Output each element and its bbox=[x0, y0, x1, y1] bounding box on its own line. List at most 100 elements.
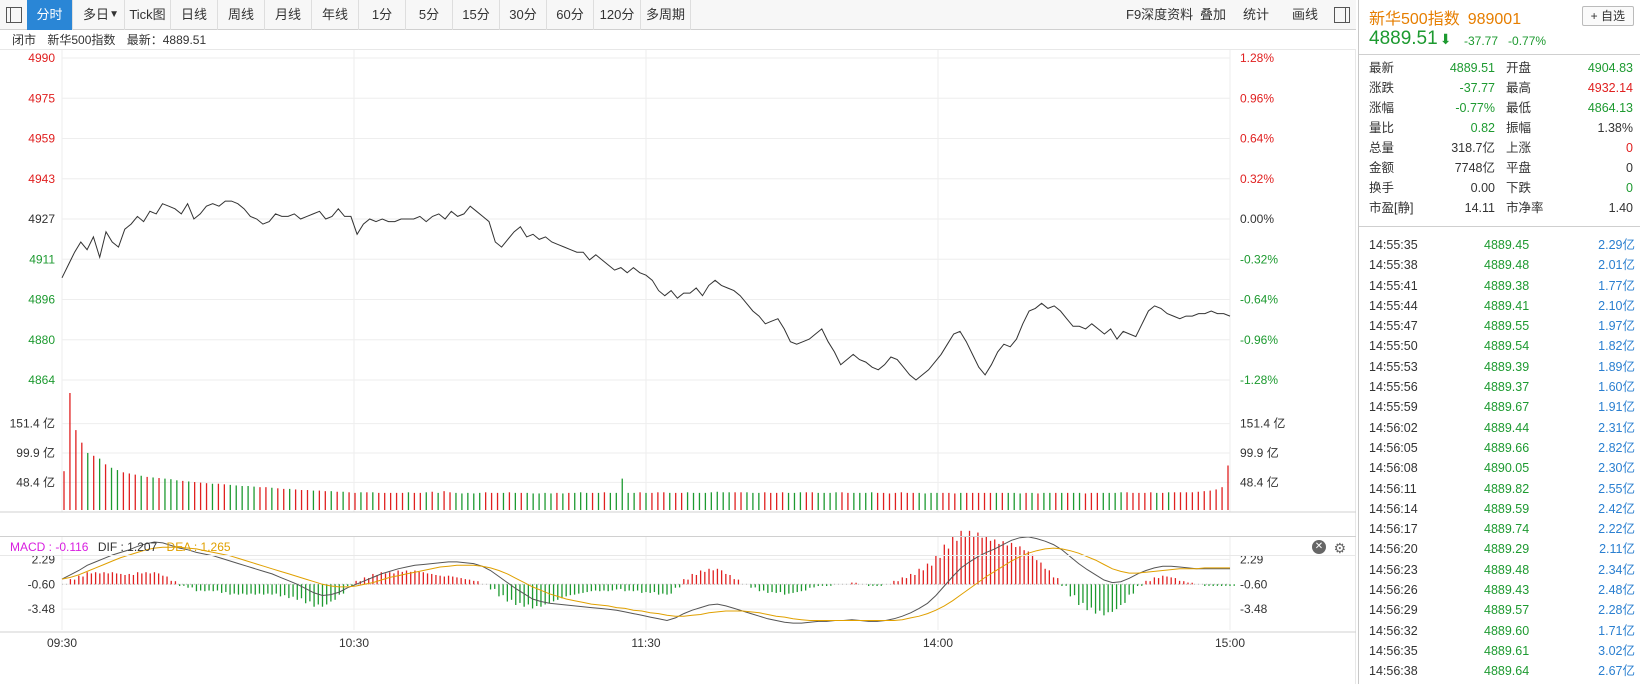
quote-price-value: 4889.51 bbox=[1369, 28, 1438, 49]
pct-axis-label: 0.96% bbox=[1240, 91, 1274, 105]
stat-label: 最新 bbox=[1369, 61, 1395, 75]
tab-timeshare[interactable]: 分时 bbox=[27, 0, 73, 30]
draw-line-button[interactable]: 画线 bbox=[1292, 0, 1318, 30]
volume-axis-label: 48.4 亿 bbox=[16, 474, 55, 489]
volume-axis-label: 99.9 亿 bbox=[16, 445, 55, 460]
tick-row: 14:56:20 4889.29 2.11亿 bbox=[1369, 539, 1635, 559]
toolbar: 分时 多日 ▼ Tick图 日线 周线 月线 年线 1分 5分 15分 30分 … bbox=[0, 0, 1356, 30]
tick-price: 4889.60 bbox=[1484, 623, 1530, 638]
price-axis-label: 4896 bbox=[28, 293, 55, 307]
pct-axis-label: -0.96% bbox=[1240, 333, 1278, 347]
tab-30min[interactable]: 30分 bbox=[500, 0, 547, 30]
volume-axis-label: 99.9 亿 bbox=[1240, 445, 1279, 460]
stat-label: 量比 bbox=[1369, 121, 1395, 135]
stat-value: 4864.13 bbox=[1587, 101, 1633, 115]
status-index-name: 新华500指数 bbox=[47, 33, 116, 47]
stat-row: 总量 318.7亿 上涨 0 bbox=[1369, 138, 1633, 158]
stat-row: 涨跌 -37.77 最高 4932.14 bbox=[1369, 78, 1633, 98]
add-watchlist-label: 自选 bbox=[1600, 9, 1625, 23]
tick-time: 14:56:29 bbox=[1369, 603, 1418, 618]
tick-time: 14:56:38 bbox=[1369, 664, 1418, 679]
tick-price: 4889.48 bbox=[1484, 258, 1530, 273]
tick-volume: 2.28亿 bbox=[1598, 603, 1635, 618]
tick-time: 14:56:17 bbox=[1369, 522, 1418, 537]
price-axis-label: 4943 bbox=[28, 172, 55, 186]
statistics-button[interactable]: 统计 bbox=[1243, 0, 1269, 30]
tab-yearly[interactable]: 年线 bbox=[312, 0, 359, 30]
tick-time: 14:56:14 bbox=[1369, 501, 1418, 516]
macd-axis-label: -3.48 bbox=[1240, 602, 1268, 616]
close-icon[interactable]: ✕ bbox=[1312, 540, 1326, 554]
tick-volume: 2.10亿 bbox=[1598, 298, 1635, 313]
tab-daily[interactable]: 日线 bbox=[171, 0, 218, 30]
tick-volume: 2.22亿 bbox=[1598, 522, 1635, 537]
time-axis-label: 11:30 bbox=[631, 636, 660, 650]
market-state: 闭市 bbox=[12, 33, 37, 47]
tick-row: 14:55:56 4889.37 1.60亿 bbox=[1369, 377, 1635, 397]
tab-60min[interactable]: 60分 bbox=[547, 0, 594, 30]
stat-value: 4904.83 bbox=[1587, 61, 1633, 75]
chevron-down-icon: ▼ bbox=[109, 9, 119, 20]
tick-row: 14:56:23 4889.48 2.34亿 bbox=[1369, 560, 1635, 580]
overlay-button[interactable]: 叠加 bbox=[1200, 0, 1226, 30]
pct-axis-label: 0.32% bbox=[1240, 172, 1274, 186]
tick-row: 14:55:38 4889.48 2.01亿 bbox=[1369, 255, 1635, 275]
stat-value: 0.00 bbox=[1470, 181, 1495, 195]
stat-label: 市盈[静] bbox=[1369, 201, 1414, 215]
volume-axis-label: 48.4 亿 bbox=[1240, 474, 1279, 489]
tick-time: 14:56:02 bbox=[1369, 420, 1418, 435]
tick-time: 14:56:05 bbox=[1369, 440, 1418, 455]
tick-row: 14:56:26 4889.43 2.48亿 bbox=[1369, 580, 1635, 600]
chart-area[interactable]: 4990 1.28% 4975 0.96% 4959 0.64% 4943 0.32% 4927… bbox=[0, 50, 1356, 684]
tick-price: 4889.48 bbox=[1484, 562, 1530, 577]
quote-change-pct: -0.77% bbox=[1508, 34, 1547, 48]
stat-label: 平盘 bbox=[1506, 161, 1532, 175]
tick-time: 14:55:59 bbox=[1369, 400, 1418, 415]
tab-weekly[interactable]: 周线 bbox=[218, 0, 265, 30]
tick-price: 4889.82 bbox=[1484, 481, 1530, 496]
tick-row: 14:55:50 4889.54 1.82亿 bbox=[1369, 336, 1635, 356]
tick-time: 14:55:50 bbox=[1369, 339, 1418, 354]
tab-5min[interactable]: 5分 bbox=[406, 0, 453, 30]
tab-15min[interactable]: 15分 bbox=[453, 0, 500, 30]
f9-deep-data-button[interactable]: F9深度资料 bbox=[1126, 0, 1193, 30]
tick-volume: 1.71亿 bbox=[1598, 623, 1635, 638]
left-panel-toggle-icon[interactable] bbox=[6, 7, 22, 23]
stat-label: 涨跌 bbox=[1369, 81, 1395, 95]
tab-120min[interactable]: 120分 bbox=[594, 0, 641, 30]
price-axis-label: 4959 bbox=[28, 132, 55, 146]
tab-multiday[interactable]: 多日 ▼ bbox=[73, 0, 125, 30]
right-panel-toggle-icon[interactable] bbox=[1334, 7, 1350, 23]
tick-row: 14:56:11 4889.82 2.55亿 bbox=[1369, 479, 1635, 499]
stat-value: 1.40 bbox=[1608, 201, 1633, 215]
stat-row: 换手 0.00 下跌 0 bbox=[1369, 178, 1633, 198]
tick-price: 4889.44 bbox=[1484, 420, 1530, 435]
stat-row: 量比 0.82 振幅 1.38% bbox=[1369, 118, 1633, 138]
stat-row: 最新 4889.51 开盘 4904.83 bbox=[1369, 58, 1633, 78]
tick-time: 14:56:26 bbox=[1369, 583, 1418, 598]
pct-axis-label: -0.32% bbox=[1240, 252, 1278, 266]
tick-volume: 1.60亿 bbox=[1598, 380, 1635, 395]
tick-volume: 1.97亿 bbox=[1598, 319, 1635, 334]
tick-volume: 2.34亿 bbox=[1598, 562, 1635, 577]
tab-monthly[interactable]: 月线 bbox=[265, 0, 312, 30]
tick-time: 14:56:20 bbox=[1369, 542, 1418, 557]
tab-1min[interactable]: 1分 bbox=[359, 0, 406, 30]
stat-row: 金额 7748亿 平盘 0 bbox=[1369, 158, 1633, 178]
macd-axis-label: -0.60 bbox=[28, 577, 56, 591]
price-axis-label: 4880 bbox=[28, 333, 55, 347]
tick-price: 4889.66 bbox=[1484, 440, 1530, 455]
add-watchlist-button[interactable]: + 自选 bbox=[1581, 6, 1634, 26]
tick-price: 4889.41 bbox=[1484, 298, 1530, 313]
tick-price: 4889.64 bbox=[1484, 664, 1530, 679]
tick-list[interactable]: 14:55:35 4889.45 2.29亿 14:55:38 4889.48 2.01亿… bbox=[1369, 235, 1635, 682]
tab-tick[interactable]: Tick图 bbox=[125, 0, 171, 30]
tick-time: 14:55:41 bbox=[1369, 278, 1418, 293]
tick-time: 14:56:08 bbox=[1369, 461, 1418, 476]
gear-icon[interactable]: ⚙ bbox=[1333, 538, 1346, 558]
tick-row: 14:56:17 4889.74 2.22亿 bbox=[1369, 519, 1635, 539]
tick-price: 4889.59 bbox=[1484, 501, 1530, 516]
stat-value: 4932.14 bbox=[1587, 81, 1633, 95]
tab-multiperiod[interactable]: 多周期 bbox=[641, 0, 691, 30]
tick-volume: 2.01亿 bbox=[1598, 258, 1635, 273]
